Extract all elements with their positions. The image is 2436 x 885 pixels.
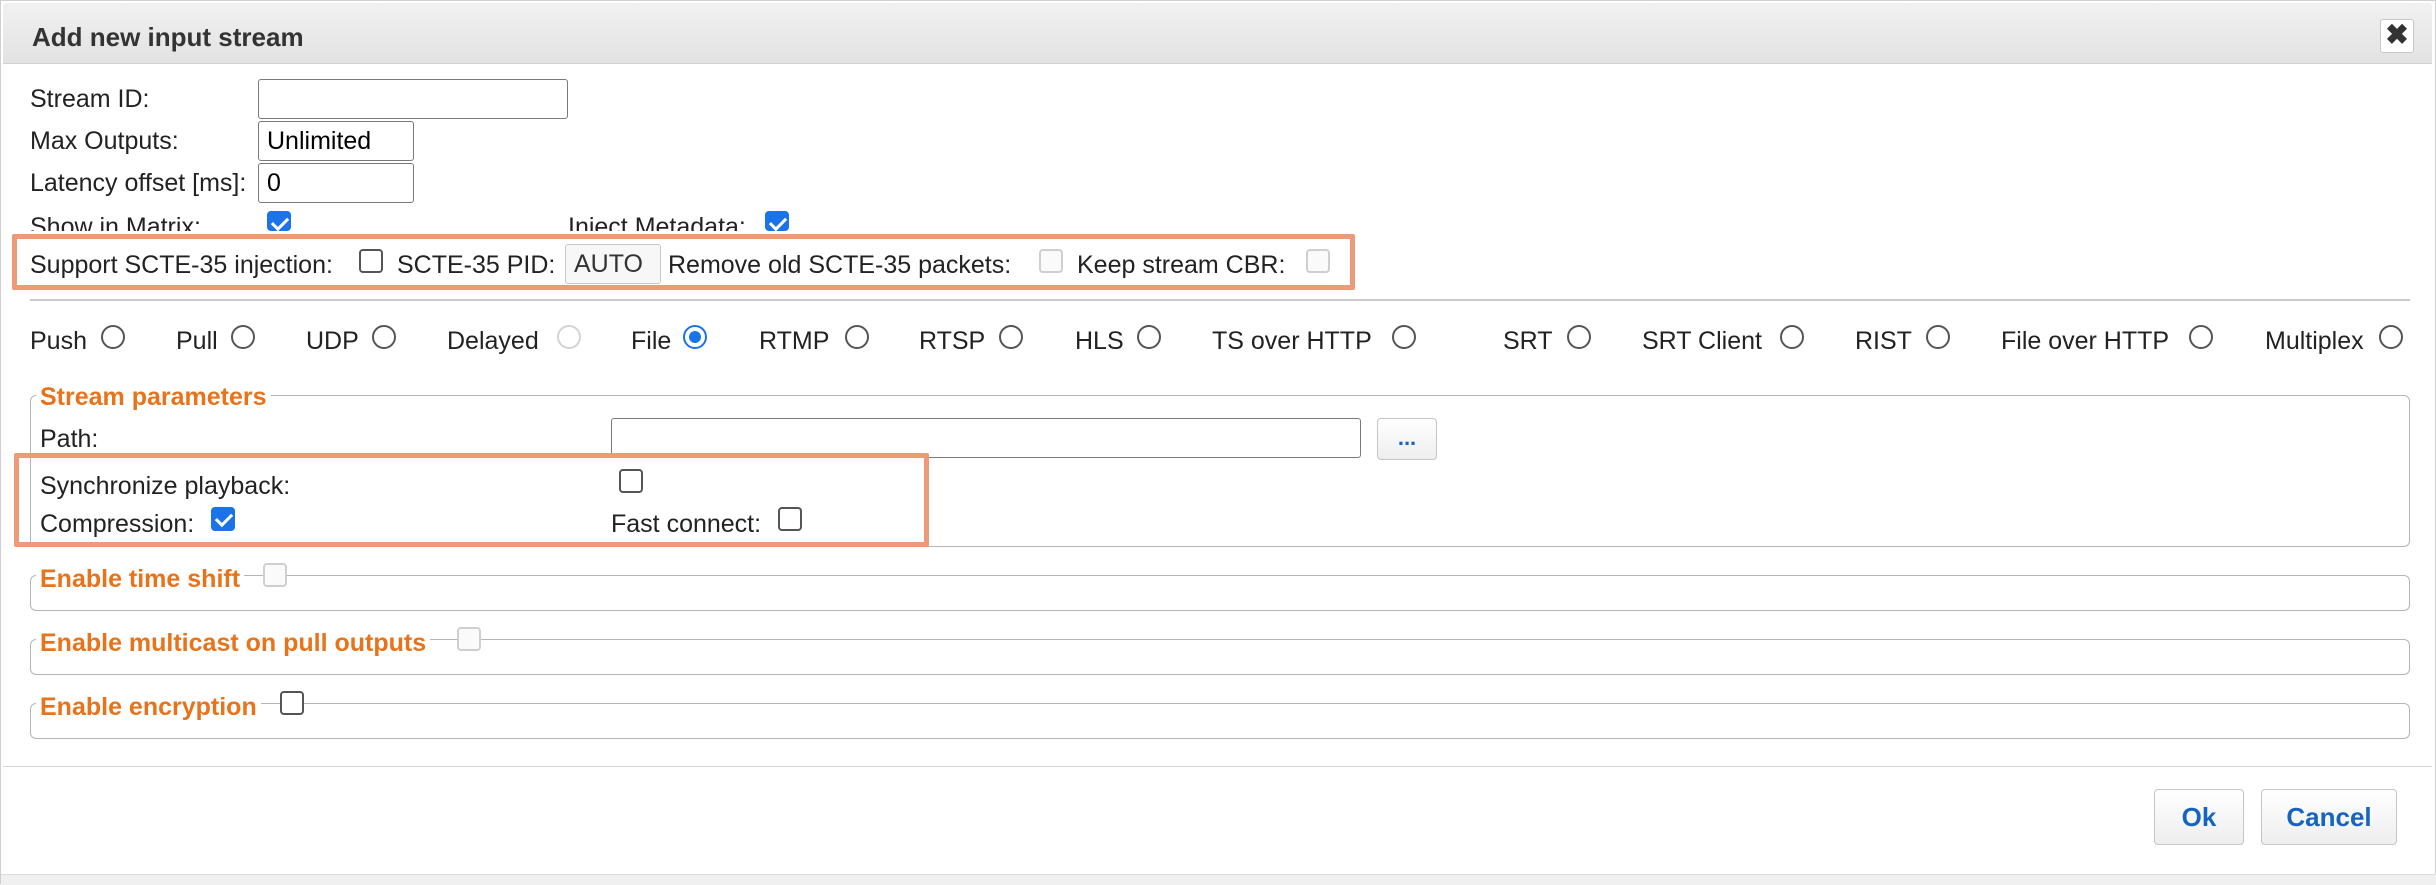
inject-metadata-checkbox[interactable] <box>765 211 789 231</box>
keep-cbr-label: Keep stream CBR: <box>1077 251 1286 279</box>
ok-button[interactable]: Ok <box>2154 789 2244 845</box>
radio-file-over-http[interactable] <box>2189 325 2213 349</box>
radio-rtsp-label: RTSP <box>919 327 986 355</box>
radio-rtmp-label: RTMP <box>759 327 830 355</box>
stream-id-label: Stream ID: <box>30 85 150 113</box>
compression-checkbox[interactable] <box>211 507 235 531</box>
path-label: Path: <box>40 425 99 453</box>
show-in-matrix-checkbox[interactable] <box>267 211 291 231</box>
encryption-legend: Enable encryption <box>36 693 261 722</box>
time-shift-legend: Enable time shift <box>36 565 245 594</box>
time-shift-checkbox[interactable] <box>263 563 287 587</box>
radio-srt-client-label: SRT Client <box>1642 327 1762 355</box>
radio-ts-over-http[interactable] <box>1392 325 1416 349</box>
scte-support-label: Support SCTE-35 injection: <box>30 251 333 279</box>
radio-srt-client[interactable] <box>1780 325 1804 349</box>
radio-hls-label: HLS <box>1075 327 1124 355</box>
scte-remove-old-label: Remove old SCTE-35 packets: <box>668 251 1012 279</box>
encryption-checkbox[interactable] <box>280 691 304 715</box>
radio-file-label: File <box>631 327 672 355</box>
radio-srt[interactable] <box>1567 325 1591 349</box>
radio-push[interactable] <box>101 325 125 349</box>
radio-rist-label: RIST <box>1855 327 1912 355</box>
radio-rtmp[interactable] <box>845 325 869 349</box>
scte-remove-old-checkbox[interactable] <box>1039 249 1063 273</box>
sync-playback-label: Synchronize playback: <box>40 472 291 500</box>
stream-id-input[interactable] <box>258 79 568 119</box>
radio-udp[interactable] <box>372 325 396 349</box>
close-icon[interactable]: ✖ <box>2380 19 2414 53</box>
cancel-button[interactable]: Cancel <box>2261 789 2397 845</box>
radio-srt-label: SRT <box>1503 327 1553 355</box>
max-outputs-input[interactable] <box>258 121 414 161</box>
multicast-checkbox[interactable] <box>457 627 481 651</box>
radio-ts-over-http-label: TS over HTTP <box>1212 327 1372 355</box>
fast-connect-checkbox[interactable] <box>778 507 802 531</box>
fast-connect-label: Fast connect: <box>611 510 762 538</box>
scte-pid-label: SCTE-35 PID: <box>397 251 556 279</box>
latency-offset-label: Latency offset [ms]: <box>30 169 247 197</box>
footer-divider <box>3 766 2432 767</box>
radio-pull-label: Pull <box>176 327 218 355</box>
radio-push-label: Push <box>30 327 87 355</box>
stream-parameters-legend: Stream parameters <box>36 383 271 412</box>
add-input-stream-dialog: Add new input stream ✖ Stream ID: Max Ou… <box>0 0 2436 885</box>
radio-delayed[interactable] <box>557 325 581 349</box>
keep-cbr-checkbox[interactable] <box>1306 249 1330 273</box>
compression-label: Compression: <box>40 510 195 538</box>
bottom-strip <box>1 874 2436 885</box>
path-input[interactable] <box>611 418 1361 458</box>
time-shift-fieldset <box>30 575 2410 611</box>
browse-button[interactable]: ... <box>1377 418 1437 460</box>
encryption-fieldset <box>30 703 2410 739</box>
radio-udp-label: UDP <box>306 327 359 355</box>
scte-pid-input[interactable] <box>565 244 661 284</box>
sync-playback-checkbox[interactable] <box>619 469 643 493</box>
radio-multiplex[interactable] <box>2379 325 2403 349</box>
latency-offset-input[interactable] <box>258 163 414 203</box>
radio-file-over-http-label: File over HTTP <box>2001 327 2170 355</box>
max-outputs-label: Max Outputs: <box>30 127 179 155</box>
radio-pull[interactable] <box>231 325 255 349</box>
divider <box>30 299 2410 301</box>
radio-hls[interactable] <box>1137 325 1161 349</box>
multicast-legend: Enable multicast on pull outputs <box>36 629 431 658</box>
scte-support-checkbox[interactable] <box>359 249 383 273</box>
radio-rtsp[interactable] <box>999 325 1023 349</box>
show-in-matrix-label: Show in Matrix: <box>30 213 201 231</box>
dialog-title: Add new input stream <box>32 22 304 52</box>
radio-file[interactable] <box>683 325 707 349</box>
inject-metadata-label: Inject Metadata: <box>568 213 746 231</box>
radio-delayed-label: Delayed <box>447 327 539 355</box>
dialog-titlebar[interactable]: Add new input stream ✖ <box>3 3 2432 64</box>
radio-rist[interactable] <box>1926 325 1950 349</box>
radio-multiplex-label: Multiplex <box>2265 327 2364 355</box>
